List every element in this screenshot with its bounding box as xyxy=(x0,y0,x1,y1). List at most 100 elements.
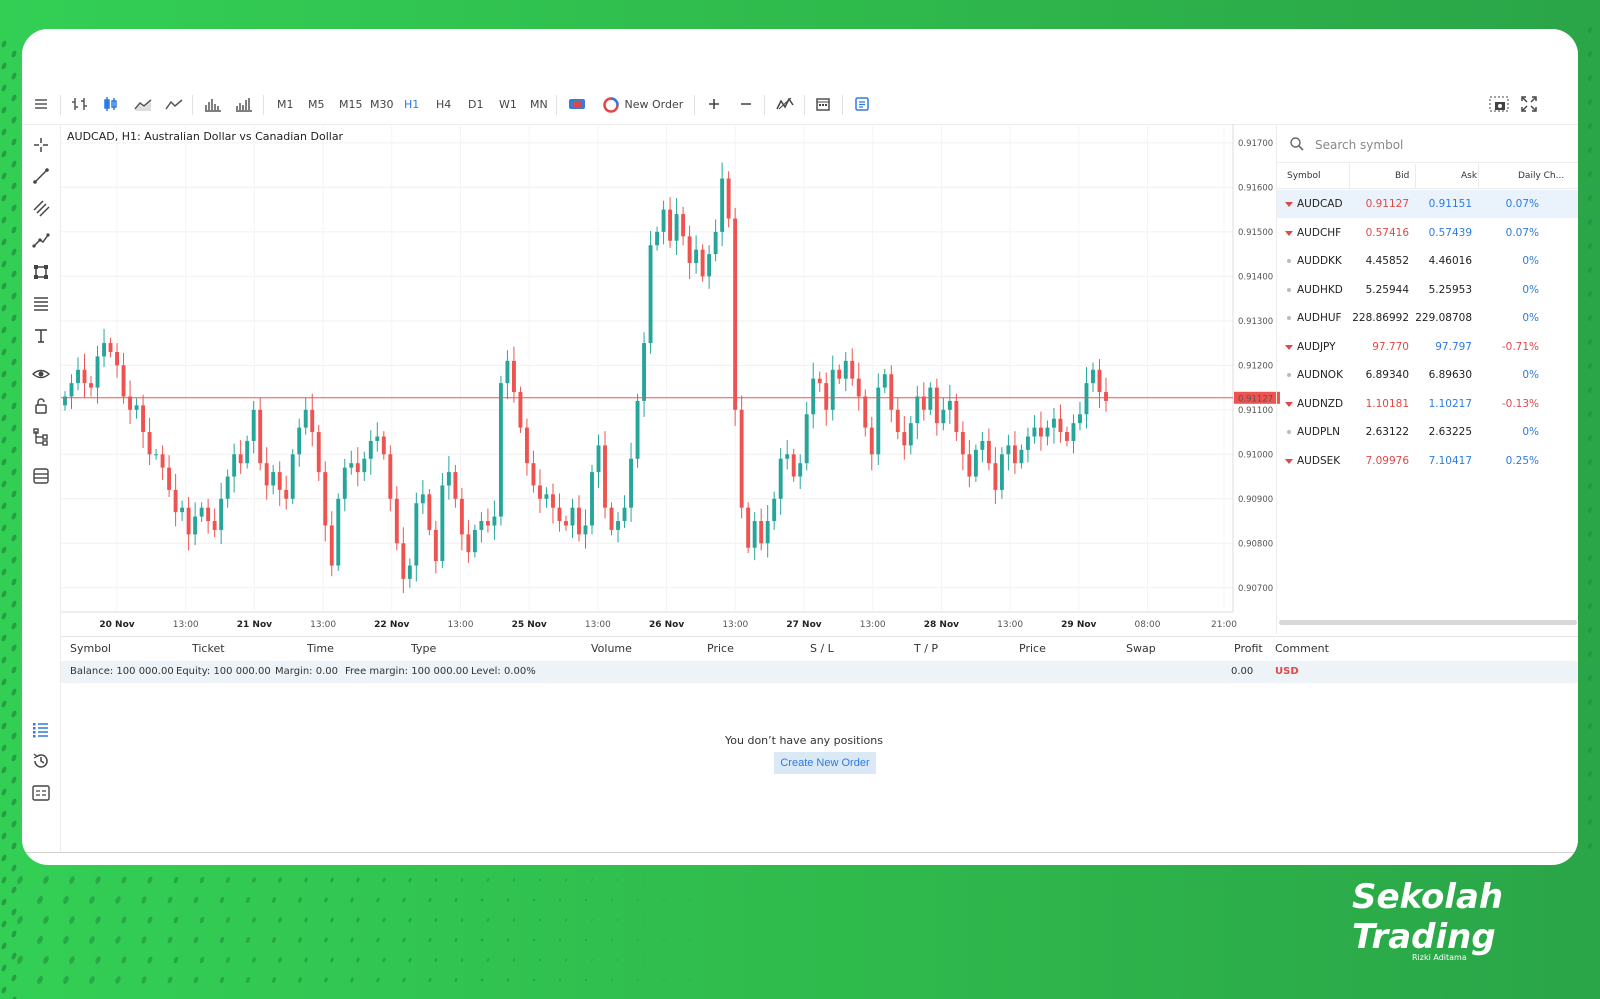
toolbar-separator xyxy=(60,95,61,115)
symbol-row[interactable]: AUDHUF 228.86992 229.08708 0% xyxy=(1277,304,1578,332)
trend-line-icon[interactable] xyxy=(31,166,51,186)
price-tick-label: 0.91400 xyxy=(1238,272,1273,282)
line-icon[interactable] xyxy=(164,96,184,114)
col-current-price[interactable]: Price xyxy=(1019,642,1046,655)
symbol-row[interactable]: AUDNZD 1.10181 1.10217 -0.13% xyxy=(1277,390,1578,418)
bar-chart-icon[interactable] xyxy=(71,96,89,114)
fibonacci-icon[interactable] xyxy=(31,294,51,314)
depth-of-market-icon[interactable] xyxy=(854,96,870,114)
candle-body xyxy=(596,445,601,473)
candle-body xyxy=(538,485,542,499)
symbol-ask: 229.08708 xyxy=(1415,312,1472,324)
col-sl[interactable]: S / L xyxy=(810,642,834,655)
symbol-symbol: AUDCHF xyxy=(1297,226,1342,239)
fullscreen-icon[interactable] xyxy=(1521,96,1537,114)
polyline-icon[interactable] xyxy=(31,230,51,250)
volume-icon[interactable] xyxy=(204,96,222,114)
candle-body xyxy=(1071,423,1076,441)
col-swap[interactable]: Swap xyxy=(1126,642,1156,655)
header-bid[interactable]: Bid xyxy=(1395,171,1409,181)
symbol-row[interactable]: AUDCHF 0.57416 0.57439 0.07% xyxy=(1277,219,1578,247)
symbol-row[interactable]: AUDPLN 2.63122 2.63225 0% xyxy=(1277,418,1578,446)
database-icon[interactable] xyxy=(31,466,51,486)
candle-body xyxy=(375,436,380,441)
horizontal-scrollbar[interactable] xyxy=(1279,620,1577,625)
symbol-row[interactable]: AUDSEK 7.09976 7.10417 0.25% xyxy=(1277,447,1578,475)
neutral-dot-icon xyxy=(1287,287,1291,292)
objects-tree-icon[interactable] xyxy=(31,428,51,448)
timeframe-m5[interactable]: M5 xyxy=(308,96,325,114)
candle-body xyxy=(349,463,354,468)
symbol-row[interactable]: AUDJPY 97.770 97.797 -0.71% xyxy=(1277,333,1578,361)
channel-icon[interactable] xyxy=(31,198,51,218)
candle-body xyxy=(785,454,790,459)
menu-icon[interactable] xyxy=(33,96,49,114)
candle-body xyxy=(433,529,438,562)
price-tick-label: 0.91600 xyxy=(1238,183,1273,193)
col-type[interactable]: Type xyxy=(411,642,436,655)
positions-list-icon[interactable] xyxy=(31,719,51,739)
journal-icon[interactable] xyxy=(31,783,51,803)
calendar-icon[interactable] xyxy=(815,96,831,114)
zoom-in-icon[interactable] xyxy=(706,96,722,114)
history-icon[interactable] xyxy=(31,751,51,771)
shapes-icon[interactable] xyxy=(31,262,51,282)
logo-sub: Rizki Aditama xyxy=(1412,953,1467,962)
crosshair-icon[interactable] xyxy=(31,135,51,155)
timeframe-m30[interactable]: M30 xyxy=(370,96,394,114)
col-volume[interactable]: Volume xyxy=(591,642,632,655)
zoom-out-icon[interactable] xyxy=(738,96,754,114)
price-tick-label: 0.90800 xyxy=(1238,539,1273,549)
new-order-icon xyxy=(603,97,619,113)
timeframe-m1[interactable]: M1 xyxy=(277,96,294,114)
candle-body xyxy=(837,369,842,379)
timeframe-w1[interactable]: W1 xyxy=(499,96,517,114)
line-chart-icon[interactable] xyxy=(133,96,153,114)
header-daily-change[interactable]: Daily Ch... xyxy=(1518,171,1564,181)
toolbar-separator xyxy=(842,95,843,115)
lock-icon[interactable] xyxy=(31,396,51,416)
col-comment[interactable]: Comment xyxy=(1275,642,1329,655)
candle-body xyxy=(277,472,282,490)
candle-body xyxy=(1051,418,1056,428)
price-tick-label: 0.91500 xyxy=(1238,228,1273,238)
candle-body xyxy=(941,409,946,424)
symbol-row[interactable]: AUDNOK 6.89340 6.89630 0% xyxy=(1277,361,1578,389)
candle-body xyxy=(297,427,302,455)
new-order-button[interactable]: New Order xyxy=(603,96,683,114)
col-symbol[interactable]: Symbol xyxy=(70,642,111,655)
time-tick-label: 13:00 xyxy=(448,620,474,630)
tick-volume-icon[interactable] xyxy=(235,96,253,114)
search-symbol-input[interactable] xyxy=(1313,134,1557,156)
symbol-symbol: AUDNZD xyxy=(1297,397,1344,410)
toolbar-separator xyxy=(694,95,695,115)
symbol-row[interactable]: AUDCAD 0.91127 0.91151 0.07% xyxy=(1277,190,1578,218)
col-time[interactable]: Time xyxy=(307,642,334,655)
col-profit[interactable]: Profit xyxy=(1234,642,1263,655)
candle-body xyxy=(1104,392,1108,401)
candle-body xyxy=(76,369,80,384)
timeframe-m15[interactable]: M15 xyxy=(339,96,363,114)
candlestick-chart-canvas[interactable]: 0.91700 0.91600 0.91500 0.91400 0.91300 0.912… xyxy=(61,124,1281,636)
symbol-row[interactable]: AUDDKK 4.45852 4.46016 0% xyxy=(1277,247,1578,275)
timeframe-d1[interactable]: D1 xyxy=(468,96,483,114)
candlestick-icon[interactable] xyxy=(102,96,120,114)
screenshot-icon[interactable] xyxy=(1489,96,1509,114)
timeframe-h4[interactable]: H4 xyxy=(436,96,451,114)
price-chart[interactable]: 0.91700 0.91600 0.91500 0.91400 0.91300 0.912… xyxy=(61,124,1281,636)
free-margin-value: Free margin: 100 000.00 xyxy=(345,666,469,677)
timeframe-h1[interactable]: H1 xyxy=(404,96,419,114)
create-new-order-button[interactable]: Create New Order xyxy=(774,752,876,774)
candle-body xyxy=(1084,383,1089,415)
col-ticket[interactable]: Ticket xyxy=(192,642,225,655)
col-price[interactable]: Price xyxy=(707,642,734,655)
col-tp[interactable]: T / P xyxy=(914,642,938,655)
text-tool-icon[interactable] xyxy=(31,326,51,346)
symbol-row[interactable]: AUDHKD 5.25944 5.25953 0% xyxy=(1277,276,1578,304)
header-symbol[interactable]: Symbol xyxy=(1287,171,1321,181)
header-ask[interactable]: Ask xyxy=(1461,171,1477,181)
timeframe-mn[interactable]: MN xyxy=(530,96,548,114)
indicators-icon[interactable] xyxy=(775,96,795,114)
one-click-trading-icon[interactable] xyxy=(568,96,586,114)
eye-icon[interactable] xyxy=(31,364,51,384)
